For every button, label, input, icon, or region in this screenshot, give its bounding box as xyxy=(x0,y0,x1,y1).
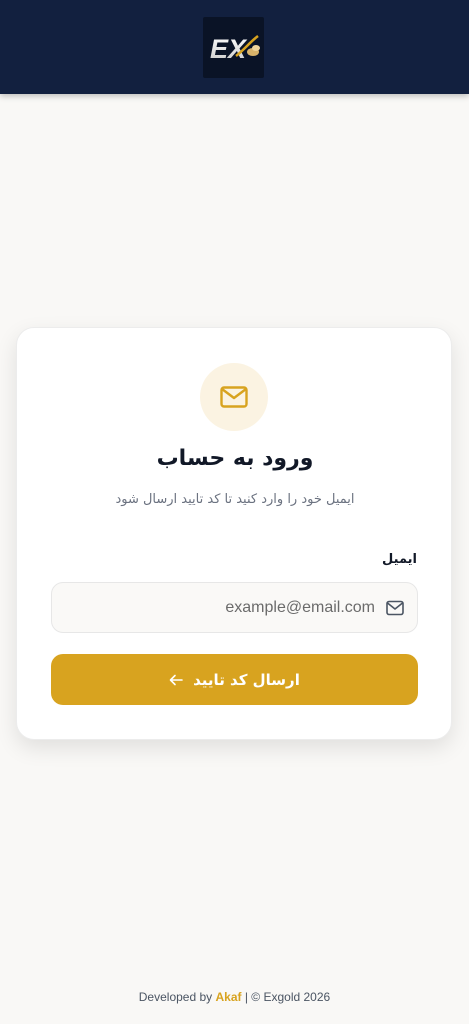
send-code-button[interactable]: ارسال کد تایید xyxy=(51,654,418,705)
footer-credits: Developed by Akaf | © Exgold 2026 xyxy=(0,990,469,1004)
footer-prefix: Developed by xyxy=(138,990,213,1004)
login-card: ورود به حساب ایمیل خود را وارد کنید تا ک… xyxy=(16,327,452,740)
page-subtitle: ایمیل خود را وارد کنید تا کد تایید ارسال… xyxy=(115,492,355,507)
page-title: ورود به حساب xyxy=(156,446,314,471)
app-header: EX xyxy=(0,0,469,94)
send-code-label: ارسال کد تایید xyxy=(193,670,300,689)
logo-mark-icon: EX xyxy=(210,34,260,64)
arrow-left-icon xyxy=(169,674,183,685)
exgold-logo[interactable]: EX xyxy=(203,17,264,78)
footer-brand-link[interactable]: Akaf xyxy=(216,990,242,1004)
email-field-wrapper xyxy=(51,582,418,633)
email-label: ایمیل xyxy=(382,552,417,567)
mail-badge xyxy=(200,363,268,431)
footer-copyright: | © Exgold 2026 xyxy=(244,990,331,1004)
mail-icon xyxy=(386,600,404,616)
mail-icon xyxy=(220,386,248,408)
email-input[interactable] xyxy=(52,583,417,632)
